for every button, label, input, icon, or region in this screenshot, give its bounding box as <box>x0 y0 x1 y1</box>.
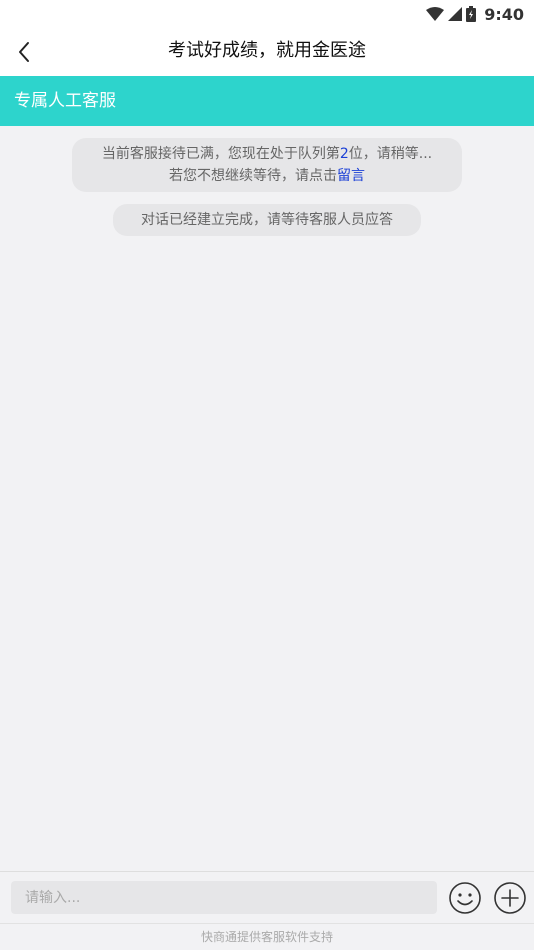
queue-notice-line2: 若您不想继续等待，请点击留言 <box>82 165 452 187</box>
status-bar: 9:40 <box>0 0 534 28</box>
title-bar: 考试好成绩，就用金医途 <box>0 28 534 76</box>
emoji-button[interactable] <box>448 881 482 915</box>
more-button[interactable] <box>493 881 527 915</box>
queue-text-part2: 位，请稍等... <box>348 146 433 162</box>
leave-message-link[interactable]: 留言 <box>337 168 365 184</box>
wifi-icon <box>426 7 445 21</box>
status-icons: 9:40 <box>426 3 524 25</box>
subheader-bar: 专属人工客服 <box>0 76 534 126</box>
queue-text-part1: 当前客服接待已满，您现在处于队列第 <box>101 146 340 162</box>
chat-area[interactable]: 当前客服接待已满，您现在处于队列第2位，请稍等... 若您不想继续等待，请点击留… <box>0 126 534 871</box>
input-bar <box>0 871 534 923</box>
battery-icon <box>466 6 477 22</box>
queue-notice: 当前客服接待已满，您现在处于队列第2位，请稍等... 若您不想继续等待，请点击留… <box>72 138 462 192</box>
smiley-icon <box>449 882 481 914</box>
status-time: 9:40 <box>484 4 524 24</box>
subheader-label: 专属人工客服 <box>14 91 116 111</box>
page-title: 考试好成绩，就用金医途 <box>168 40 366 61</box>
message-input[interactable] <box>11 881 437 914</box>
queue-position: 2 <box>339 146 349 162</box>
plus-circle-icon <box>494 882 526 914</box>
footer-credit: 快商通提供客服软件支持 <box>0 923 534 950</box>
queue-text-prefix: 若您不想继续等待，请点击 <box>169 168 337 184</box>
signal-icon <box>448 7 463 21</box>
connected-notice: 对话已经建立完成，请等待客服人员应答 <box>113 204 421 236</box>
queue-notice-line1: 当前客服接待已满，您现在处于队列第2位，请稍等... <box>82 143 452 165</box>
